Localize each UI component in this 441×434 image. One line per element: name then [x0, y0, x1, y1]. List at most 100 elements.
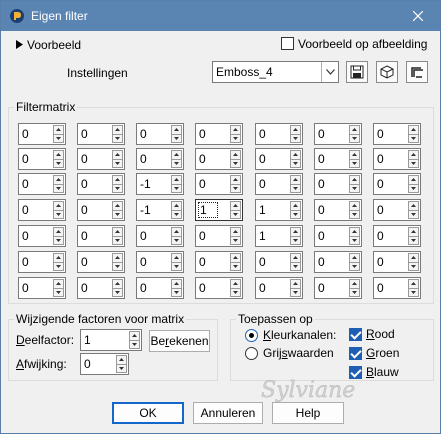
matrix-cell-r6-c3[interactable]: 0 — [136, 251, 184, 273]
matrix-cell-r2-c1[interactable]: 0 — [18, 148, 66, 170]
spin-down-icon[interactable] — [230, 288, 241, 297]
matrix-cell-r7-c5[interactable]: 0 — [255, 277, 303, 299]
spin-down-icon[interactable] — [349, 236, 360, 245]
spin-down-icon[interactable] — [290, 262, 301, 271]
matrix-cell-r6-c6[interactable]: 0 — [314, 251, 362, 273]
matrix-cell-r3-c4[interactable]: 0 — [195, 173, 243, 195]
matrix-cell-r7-c7[interactable]: 0 — [373, 277, 421, 299]
spin-up-icon[interactable] — [349, 253, 360, 263]
spin-up-icon[interactable] — [408, 125, 419, 135]
preset-dropdown[interactable]: Emboss_4 — [212, 61, 339, 83]
spin-up-icon[interactable] — [53, 227, 64, 237]
spin-down-icon[interactable] — [230, 210, 241, 219]
spin-down-icon[interactable] — [171, 184, 182, 193]
spin-down-icon[interactable] — [53, 236, 64, 245]
spin-down-icon[interactable] — [408, 134, 419, 143]
preview-on-image-checkbox[interactable] — [281, 37, 294, 50]
spin-down-icon[interactable] — [290, 236, 301, 245]
spin-down-icon[interactable] — [408, 210, 419, 219]
spin-up-icon[interactable] — [112, 175, 123, 185]
spin-up-icon[interactable] — [408, 227, 419, 237]
spin-down-icon[interactable] — [230, 184, 241, 193]
matrix-cell-r1-c4[interactable]: 0 — [195, 123, 243, 145]
preset-options-button[interactable] — [406, 61, 428, 83]
spin-up-icon[interactable] — [349, 150, 360, 160]
spin-up-icon[interactable] — [230, 201, 241, 211]
spin-down-icon[interactable] — [349, 159, 360, 168]
calculate-button[interactable]: Berekenen — [149, 330, 210, 352]
matrix-cell-r3-c3[interactable]: -1 — [136, 173, 184, 195]
spin-up-icon[interactable] — [290, 279, 301, 289]
spin-down-icon[interactable] — [53, 210, 64, 219]
expand-triangle-icon[interactable] — [16, 40, 23, 49]
spin-down-icon[interactable] — [116, 364, 127, 373]
matrix-cell-r3-c2[interactable]: 0 — [77, 173, 125, 195]
spin-down-icon[interactable] — [408, 288, 419, 297]
spin-down-icon[interactable] — [230, 262, 241, 271]
matrix-cell-r6-c7[interactable]: 0 — [373, 251, 421, 273]
spin-up-icon[interactable] — [171, 253, 182, 263]
color-channels-label[interactable]: Kleurkanalen: — [263, 328, 336, 342]
matrix-cell-r5-c6[interactable]: 0 — [314, 225, 362, 247]
spin-down-icon[interactable] — [53, 134, 64, 143]
spin-down-icon[interactable] — [112, 184, 123, 193]
spin-down-icon[interactable] — [349, 262, 360, 271]
close-button[interactable] — [396, 1, 440, 31]
spin-down-icon[interactable] — [408, 159, 419, 168]
spin-up-icon[interactable] — [349, 201, 360, 211]
matrix-cell-r1-c5[interactable]: 0 — [255, 123, 303, 145]
matrix-cell-r7-c2[interactable]: 0 — [77, 277, 125, 299]
matrix-cell-r3-c1[interactable]: 0 — [18, 173, 66, 195]
matrix-cell-r4-c6[interactable]: 0 — [314, 199, 362, 221]
spin-down-icon[interactable] — [408, 262, 419, 271]
spin-up-icon[interactable] — [112, 279, 123, 289]
color-channels-radio[interactable] — [245, 329, 258, 342]
spin-up-icon[interactable] — [349, 227, 360, 237]
spin-down-icon[interactable] — [53, 184, 64, 193]
matrix-cell-r4-c2[interactable]: 0 — [77, 199, 125, 221]
grayscale-label[interactable]: Grijswaarden — [263, 346, 334, 360]
spin-down-icon[interactable] — [230, 159, 241, 168]
matrix-cell-r7-c4[interactable]: 0 — [195, 277, 243, 299]
spin-up-icon[interactable] — [230, 253, 241, 263]
spin-up-icon[interactable] — [290, 125, 301, 135]
spin-up-icon[interactable] — [349, 125, 360, 135]
save-preset-button[interactable] — [346, 61, 368, 83]
spin-down-icon[interactable] — [349, 288, 360, 297]
spin-down-icon[interactable] — [129, 340, 140, 349]
matrix-cell-r2-c5[interactable]: 0 — [255, 148, 303, 170]
matrix-cell-r7-c3[interactable]: 0 — [136, 277, 184, 299]
spin-up-icon[interactable] — [171, 125, 182, 135]
reset-button[interactable] — [376, 61, 398, 83]
spin-up-icon[interactable] — [290, 150, 301, 160]
matrix-cell-r2-c6[interactable]: 0 — [314, 148, 362, 170]
spin-down-icon[interactable] — [171, 210, 182, 219]
divisor-spinner[interactable]: 1 — [80, 329, 142, 351]
spin-up-icon[interactable] — [171, 227, 182, 237]
preview-toggle-label[interactable]: Voorbeeld — [27, 38, 81, 52]
spin-up-icon[interactable] — [53, 175, 64, 185]
spin-down-icon[interactable] — [112, 288, 123, 297]
ok-button[interactable]: OK — [112, 402, 184, 424]
grayscale-radio[interactable] — [245, 347, 258, 360]
matrix-cell-r4-c1[interactable]: 0 — [18, 199, 66, 221]
spin-down-icon[interactable] — [290, 159, 301, 168]
spin-down-icon[interactable] — [171, 288, 182, 297]
matrix-cell-r2-c4[interactable]: 0 — [195, 148, 243, 170]
spin-up-icon[interactable] — [230, 227, 241, 237]
help-button[interactable]: Help — [272, 402, 344, 424]
spin-down-icon[interactable] — [349, 134, 360, 143]
spin-up-icon[interactable] — [112, 125, 123, 135]
spin-up-icon[interactable] — [53, 279, 64, 289]
spin-down-icon[interactable] — [290, 134, 301, 143]
spin-down-icon[interactable] — [112, 134, 123, 143]
spin-up-icon[interactable] — [171, 150, 182, 160]
spin-down-icon[interactable] — [408, 184, 419, 193]
spin-up-icon[interactable] — [112, 253, 123, 263]
spin-up-icon[interactable] — [53, 125, 64, 135]
spin-down-icon[interactable] — [171, 134, 182, 143]
spin-down-icon[interactable] — [230, 134, 241, 143]
spin-up-icon[interactable] — [53, 253, 64, 263]
spin-down-icon[interactable] — [349, 210, 360, 219]
blue-label[interactable]: Blauw — [366, 365, 399, 379]
